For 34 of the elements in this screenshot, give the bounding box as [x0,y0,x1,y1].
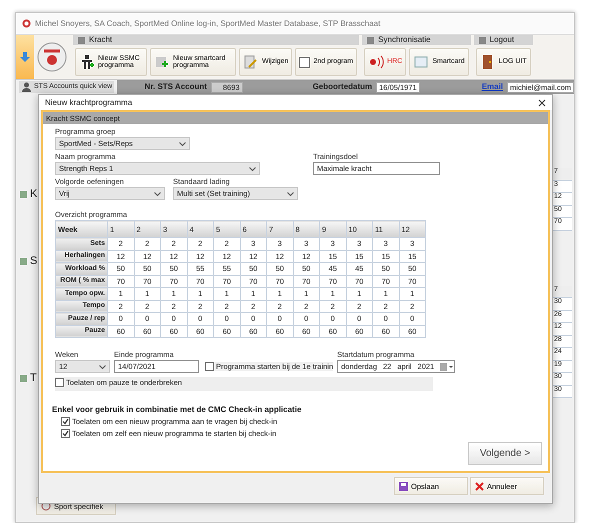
group-icon [19,374,28,384]
signal-icon [368,54,384,70]
app-logo-icon [22,19,31,28]
card-icon [154,54,170,70]
next-button[interactable]: Volgende > [468,442,542,465]
group-label: K [30,188,38,202]
calendar-icon [440,362,454,370]
group-title: Kracht [89,35,112,45]
dialog-title: Nieuw krachtprogramma [45,98,132,108]
group-title: Logout [490,35,514,45]
chevron-icon [287,192,294,197]
chevron-icon [249,166,256,172]
field-label: Nr. STS Account [144,82,207,92]
group-title: Synchronisatie [378,35,431,45]
close-icon[interactable] [538,98,546,106]
menu-toggle[interactable] [16,35,34,79]
group-label: S [30,255,38,268]
checkbox[interactable] [299,56,310,68]
field-label: Geboortedatum [312,82,372,92]
chevron-icon [154,192,161,197]
down-arrow-icon [20,52,30,62]
card-icon [413,54,430,70]
chevron-icon [99,364,106,370]
chevron-icon [179,142,186,147]
close-icon [475,482,484,490]
edit-icon [243,54,259,70]
section-heading: Enkel voor gebruik in combinatie met de CMC Check-in applicatie [52,404,302,414]
group-label: T [30,372,37,386]
person-icon [22,82,31,92]
sts-logo [37,42,67,72]
group-icon [19,257,28,266]
window-title: Michel Snoyers, SA Coach, SportMed Online log-in, SportMed Master Database, STP Brasschaat [35,18,380,28]
person-icon [79,54,95,70]
group-icon [19,190,28,200]
